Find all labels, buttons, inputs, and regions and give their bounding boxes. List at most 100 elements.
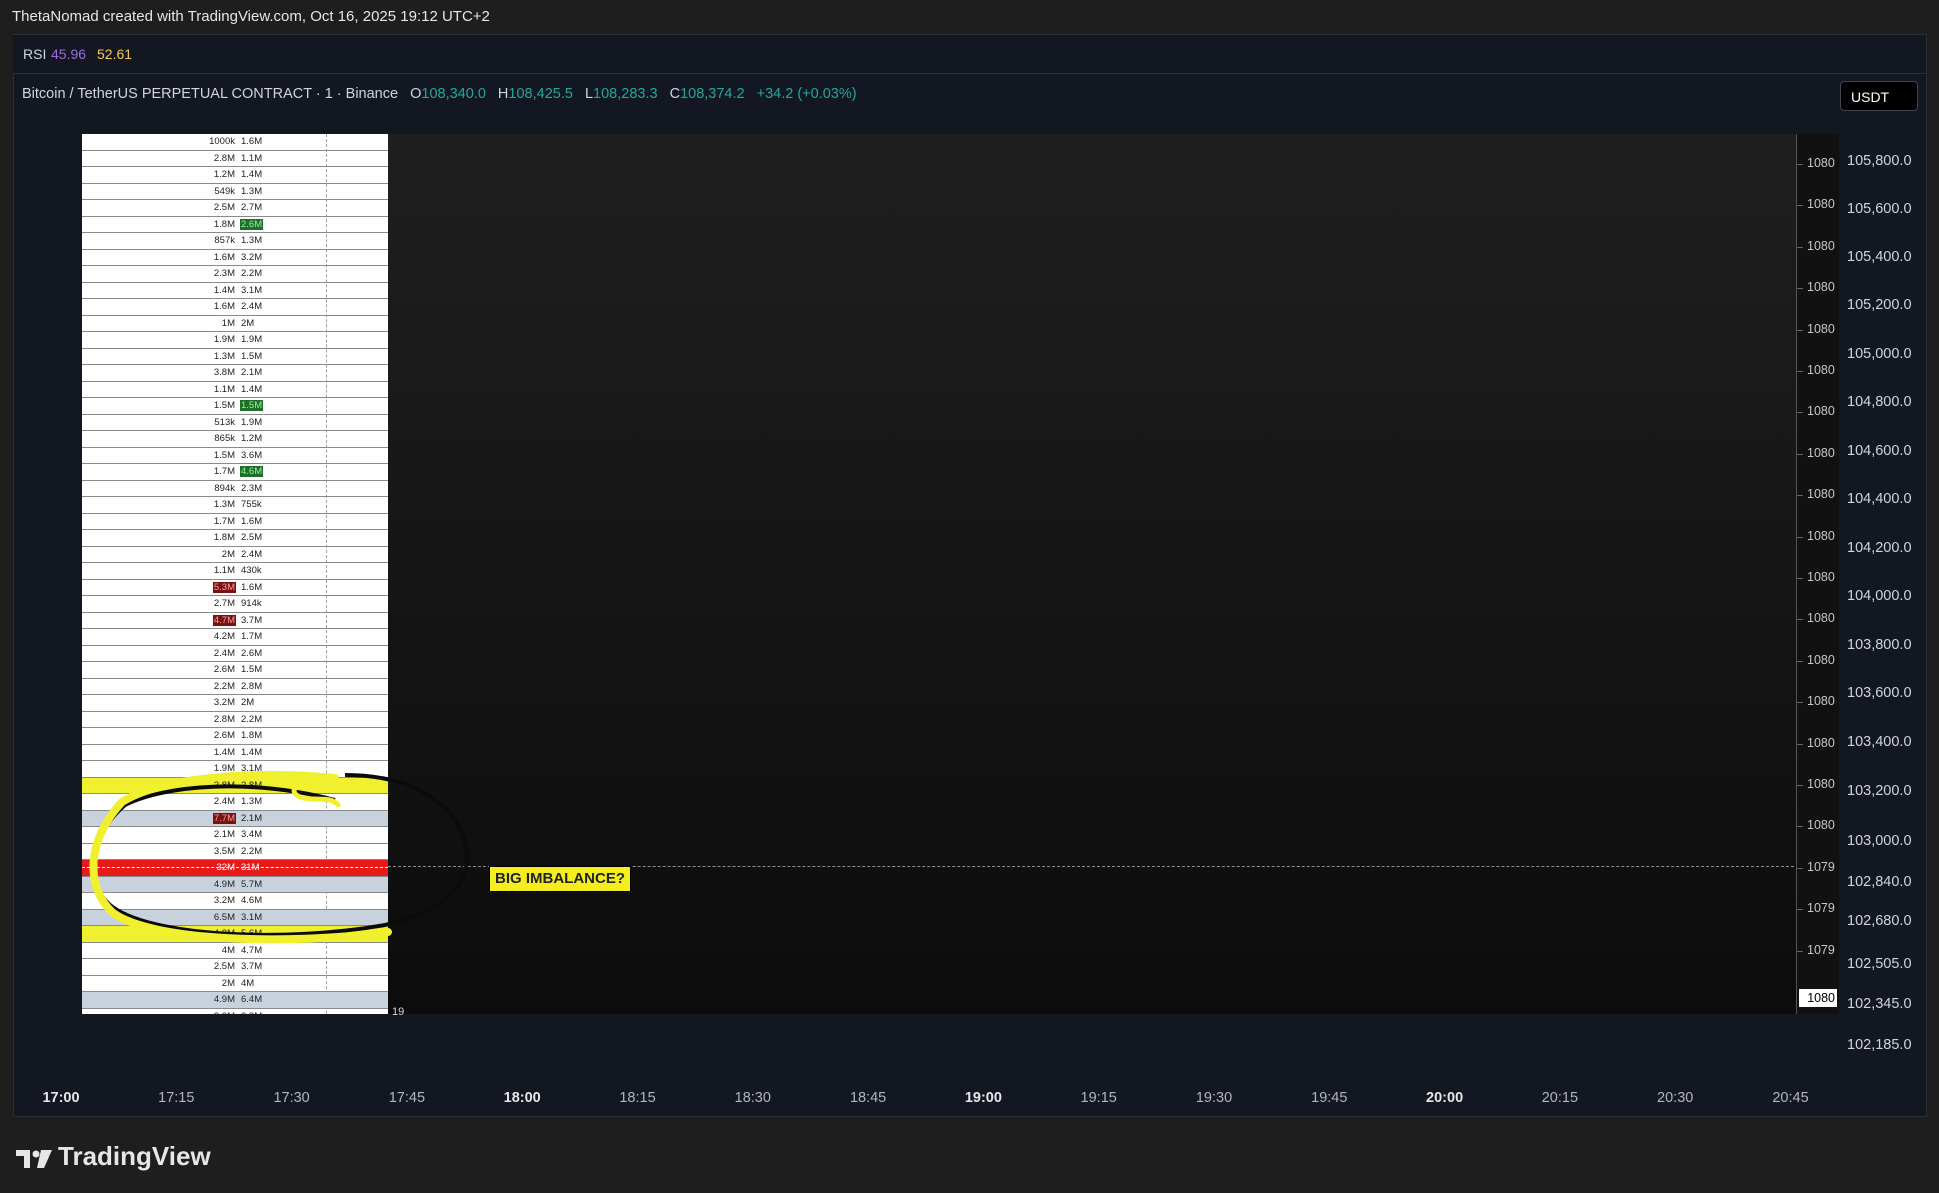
symbol-legend[interactable]: Bitcoin / TetherUS PERPETUAL CONTRACT · … <box>22 86 857 102</box>
dom-cell-right: 2.8M <box>241 779 263 791</box>
dom-cell-right: 430k <box>241 565 262 576</box>
time-axis-label: 18:30 <box>734 1090 771 1106</box>
chart-header: ThetaNomad created with TradingView.com,… <box>12 8 490 25</box>
dom-cell-left: 1.4M <box>213 284 235 296</box>
dom-row: 1.1M 430k <box>82 563 388 580</box>
dom-row: 2.8M 2.2M <box>82 712 388 728</box>
price-scale-label: 103,800.0 <box>1847 637 1912 653</box>
dom-cell-right: 1.9M <box>241 334 263 345</box>
dom-cell-left: 2M <box>221 977 235 989</box>
time-axis-label: 18:45 <box>849 1090 887 1106</box>
dom-cell-right: 1.7M <box>241 631 263 642</box>
dom-row: 3.8M 2.8M <box>82 777 388 794</box>
imbalance-annotation[interactable]: BIG IMBALANCE? <box>489 866 631 892</box>
symbol-title[interactable]: Bitcoin / TetherUS PERPETUAL CONTRACT · … <box>22 86 398 102</box>
secondary-scale-tick <box>1797 329 1803 331</box>
secondary-scale-label: 1080 <box>1807 156 1835 170</box>
secondary-scale-label: 1080 <box>1807 321 1835 336</box>
dom-cell-left: 2.8M <box>213 152 235 164</box>
dom-row: 549k 1.3M <box>82 184 388 200</box>
secondary-scale-tick <box>1797 164 1803 165</box>
secondary-scale-label: 1080 <box>1807 487 1835 502</box>
dom-cell-right: 2.3M <box>241 482 263 494</box>
dom-row: 1.6M 2.4M <box>82 299 388 316</box>
dom-row: 1.7M 4.6M <box>82 464 388 481</box>
secondary-scale-label: 1080 <box>1807 528 1835 543</box>
time-axis-label: 20:15 <box>1541 1090 1579 1106</box>
price-scale-label: 104,400.0 <box>1847 491 1912 507</box>
dom-row: 894k 2.3M <box>82 481 388 497</box>
dom-row: 1.9M 1.9M <box>82 332 388 349</box>
close-label: C <box>669 86 681 102</box>
secondary-scale-tick <box>1797 495 1803 497</box>
dom-cell-left: 1.2M <box>213 169 235 180</box>
secondary-scale-tick <box>1797 950 1803 952</box>
dom-row: 513k 1.9M <box>82 415 388 431</box>
dom-row: 1M 2M <box>82 316 388 332</box>
secondary-price-scale[interactable]: 1080 1080 1080 1080 1080 1080 1080 1080 1080 108… <box>1796 134 1839 1014</box>
price-scale-label: 102,505.0 <box>1847 956 1912 972</box>
dom-cell-right: 2.6M <box>240 218 264 230</box>
dom-cell-right: 755k <box>241 499 262 510</box>
dom-row: 3.2M 2M <box>82 695 388 712</box>
price-scale-label: 102,840.0 <box>1847 874 1912 890</box>
secondary-scale-tick <box>1797 371 1803 372</box>
dom-cell-right: 3.4M <box>241 829 263 840</box>
secondary-scale-tick <box>1797 578 1803 579</box>
dom-row: 6.5M 3.1M <box>82 909 388 926</box>
secondary-scale-label: 1080 <box>1807 652 1835 667</box>
close-value: 108,374.2 <box>680 86 745 102</box>
dom-cell-left: 2.4M <box>213 647 235 659</box>
dom-cell-right: 2.7M <box>241 202 263 213</box>
secondary-scale-tick <box>1797 619 1803 621</box>
dom-row: 1000k 1.6M <box>82 134 388 151</box>
dom-row: 1.2M 1.4M <box>82 167 388 184</box>
dom-cell-right: 2.1M <box>241 367 263 378</box>
dom-cell-right: 3.6M <box>241 449 263 461</box>
dom-cell-left: 1.8M <box>213 532 235 543</box>
dom-cell-left: 1.7M <box>213 466 235 477</box>
secondary-scale-current: 1080 <box>1799 989 1837 1007</box>
price-scale-label: 103,400.0 <box>1847 734 1912 750</box>
secondary-scale-tick <box>1797 246 1803 248</box>
dom-cell-right: 3.1M <box>241 763 263 774</box>
dom-cell-left: 549k <box>214 185 235 197</box>
low-label: L <box>584 86 594 102</box>
secondary-scale-tick <box>1797 453 1803 455</box>
time-axis-label: 17:15 <box>158 1090 195 1106</box>
dom-row: 4.9M 6.4M <box>82 992 388 1009</box>
dom-cell-left: 1.3M <box>213 499 235 510</box>
dom-cell-left: 3.3M <box>213 1011 236 1015</box>
price-scale-label: 104,000.0 <box>1847 588 1912 604</box>
rsi-pane[interactable]: RSI 45.96 52.61 <box>13 35 1926 74</box>
dom-cell-right: 2.6M <box>241 647 263 659</box>
secondary-scale-label: 1079 <box>1807 942 1835 957</box>
dom-row: 2M 4M <box>82 976 388 992</box>
dom-cell-left: 2.1M <box>213 829 235 840</box>
tradingview-logo[interactable]: TradingView <box>14 1141 211 1172</box>
dom-cell-right: 3.7M <box>241 614 263 626</box>
dom-row: 1.7M 1.6M <box>82 514 388 530</box>
dom-cell-left: 865k <box>214 433 235 444</box>
secondary-scale-label: 1080 <box>1807 735 1835 750</box>
dom-cell-right: 1.3M <box>241 185 263 197</box>
dom-cell-right: 1.4M <box>241 169 263 180</box>
dom-row: 2M 2.4M <box>82 547 388 563</box>
currency-button[interactable]: USDT <box>1840 81 1918 111</box>
high-value: 108,425.5 <box>508 86 573 102</box>
dom-cell-right: 2.8M <box>241 680 263 692</box>
dom-cell-right: 1.3M <box>241 235 263 246</box>
price-scale-label: 103,000.0 <box>1847 833 1912 849</box>
rsi-value-1: 45.96 <box>51 46 87 62</box>
dom-cell-left: 4.7M <box>212 614 236 626</box>
price-scale-label: 103,200.0 <box>1847 783 1912 799</box>
price-scale-label: 103,600.0 <box>1847 685 1912 701</box>
dom-cell-left: 2.8M <box>213 713 235 725</box>
dom-row: 5.3M 1.6M <box>82 580 388 596</box>
dom-cell-left: 894k <box>214 482 235 494</box>
dom-cell-left: 7.7M <box>212 812 236 824</box>
price-scale-label: 105,000.0 <box>1847 346 1912 362</box>
secondary-scale-tick <box>1797 412 1803 414</box>
dom-cell-left: 1.5M <box>213 400 235 411</box>
secondary-scale-tick <box>1797 909 1803 911</box>
